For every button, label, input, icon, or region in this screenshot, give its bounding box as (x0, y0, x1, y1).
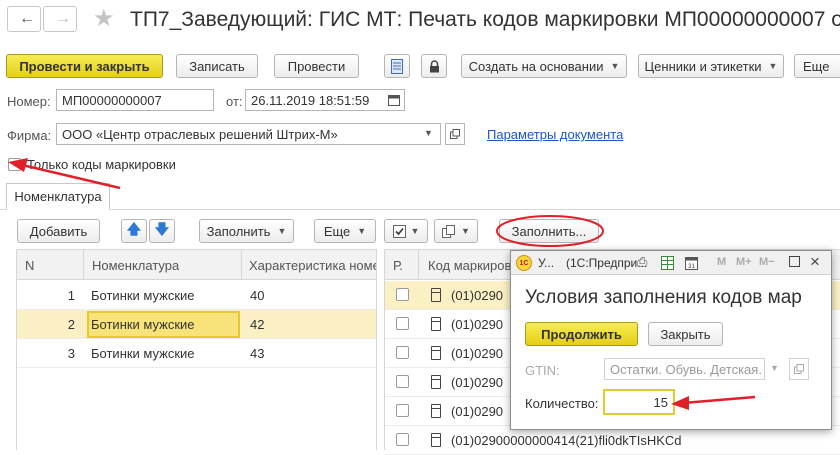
chevron-down-icon: ▼ (610, 61, 620, 71)
gtin-field[interactable]: Остатки. Обувь. Детская. (604, 358, 765, 380)
memory-add-icon[interactable]: M+ (736, 256, 752, 268)
annotation-arrow-quantity (671, 395, 756, 410)
list-item[interactable]: (01)02900000000414(21)fli0dkTIsHKCd (385, 426, 840, 455)
open-icon (450, 129, 460, 139)
col-header-nomenclature[interactable]: Номенклатура (92, 250, 179, 280)
arrow-down-icon: 🡇 (154, 221, 170, 237)
more-button[interactable]: Еще (794, 54, 840, 78)
create-based-dropdown[interactable]: Создать на основании ▼ (461, 54, 627, 78)
annotation-arrow-checkbox (8, 158, 121, 190)
row-checkbox[interactable] (396, 404, 409, 417)
continue-button[interactable]: Продолжить (525, 322, 638, 346)
spreadsheet-icon[interactable] (661, 256, 674, 270)
open-icon (794, 364, 804, 374)
date-field[interactable]: 26.11.2019 18:51:59 (245, 89, 405, 111)
document-icon (431, 404, 441, 418)
open-org-button[interactable] (445, 123, 465, 145)
chevron-down-icon: ▼ (357, 226, 367, 236)
report-button[interactable] (384, 54, 410, 78)
table-row[interactable]: 2 Ботинки мужские 42 (17, 310, 376, 339)
svg-text:31: 31 (688, 264, 695, 270)
post-and-close-button[interactable]: Провести и закрыть (6, 54, 163, 78)
arrow-up-icon: 🡅 (126, 221, 142, 237)
post-button[interactable]: Провести (274, 54, 359, 78)
chevron-down-icon: ▼ (461, 226, 470, 236)
calendar-icon[interactable]: 31 (685, 256, 698, 270)
star-icon[interactable]: ★ (93, 4, 115, 33)
forward-button[interactable]: → (43, 6, 77, 32)
window-title: ТП7_Заведующий: ГИС МТ: Печать кодов мар… (130, 8, 840, 31)
chevron-down-icon: ▼ (410, 226, 420, 236)
open-gtin-button[interactable] (789, 358, 809, 380)
lock-icon (429, 59, 439, 72)
col-header-code[interactable]: Код маркиров (428, 250, 511, 280)
chevron-down-icon[interactable]: ▼ (424, 128, 433, 138)
arrow-left-icon: ← (19, 10, 35, 27)
save-button[interactable]: Записать (176, 54, 258, 78)
table-row[interactable]: 3 Ботинки мужские 43 (17, 339, 376, 368)
col-header-p[interactable]: Р. (393, 250, 403, 280)
arrow-right-icon: → (55, 10, 71, 27)
number-field[interactable]: МП00000000007 (56, 89, 214, 111)
calendar-icon (388, 95, 400, 106)
table-row[interactable]: 1 Ботинки мужские 40 (17, 281, 376, 310)
document-icon (431, 346, 441, 360)
lock-button[interactable] (421, 54, 447, 78)
org-label: Фирма: (7, 128, 52, 143)
annotation-ellipse (496, 215, 604, 247)
col-header-n[interactable]: N (25, 250, 34, 280)
row-checkbox[interactable] (396, 317, 409, 330)
copy-icon (442, 224, 456, 238)
checkbox-checked-icon (392, 224, 406, 238)
document-icon (431, 317, 441, 331)
check-all-dropdown[interactable]: ▼ (384, 219, 428, 243)
gtin-label: GTIN: (525, 363, 560, 378)
col-header-characteristic[interactable]: Характеристика номе (249, 250, 376, 280)
row-checkbox[interactable] (396, 375, 409, 388)
org-field[interactable]: ООО «Центр отраслевых решений Штрих-М» (56, 123, 441, 145)
col-divider (83, 250, 84, 280)
row-checkbox[interactable] (396, 433, 409, 446)
calendar-button[interactable] (384, 90, 404, 110)
dialog-heading: Условия заполнения кодов мар (525, 287, 802, 308)
left-more-dropdown[interactable]: Еще ▼ (314, 219, 376, 243)
row-checkbox[interactable] (396, 288, 409, 301)
number-label: Номер: (7, 94, 51, 109)
back-button[interactable]: ← (7, 6, 41, 32)
dialog-title-short: У... (538, 256, 555, 270)
close-icon[interactable]: × (810, 252, 820, 272)
row-checkbox[interactable] (396, 346, 409, 359)
col-divider (418, 250, 419, 280)
params-link[interactable]: Параметры документа (487, 127, 623, 142)
document-icon (431, 375, 441, 389)
document-icon (431, 288, 441, 302)
document-icon (431, 433, 441, 447)
move-down-button[interactable]: 🡇 (149, 219, 175, 243)
move-up-button[interactable]: 🡅 (121, 219, 147, 243)
chevron-down-icon: ▼ (277, 226, 287, 236)
report-icon (391, 58, 403, 74)
copy-dropdown[interactable]: ▼ (434, 219, 478, 243)
col-divider (241, 250, 242, 280)
maximize-icon[interactable] (789, 256, 800, 267)
date-label: от: (226, 94, 243, 109)
dialog-title-app: (1С:Предпри... (566, 256, 648, 270)
fill-dropdown[interactable]: Заполнить ▼ (199, 219, 294, 243)
add-button[interactable]: Добавить (17, 219, 100, 243)
print-icon[interactable]: ⎙ (637, 254, 647, 270)
chevron-down-icon: ▼ (768, 61, 778, 71)
memory-subtract-icon[interactable]: M− (759, 256, 775, 268)
1c-logo: 1С (516, 255, 532, 271)
chevron-down-icon[interactable]: ▼ (770, 363, 779, 373)
quantity-label: Количество: (525, 396, 599, 411)
dialog-close-button[interactable]: Закрыть (648, 322, 723, 346)
price-tags-dropdown[interactable]: Ценники и этикетки ▼ (638, 54, 784, 78)
memory-icon[interactable]: M (717, 256, 726, 268)
tab-baseline (0, 209, 840, 210)
